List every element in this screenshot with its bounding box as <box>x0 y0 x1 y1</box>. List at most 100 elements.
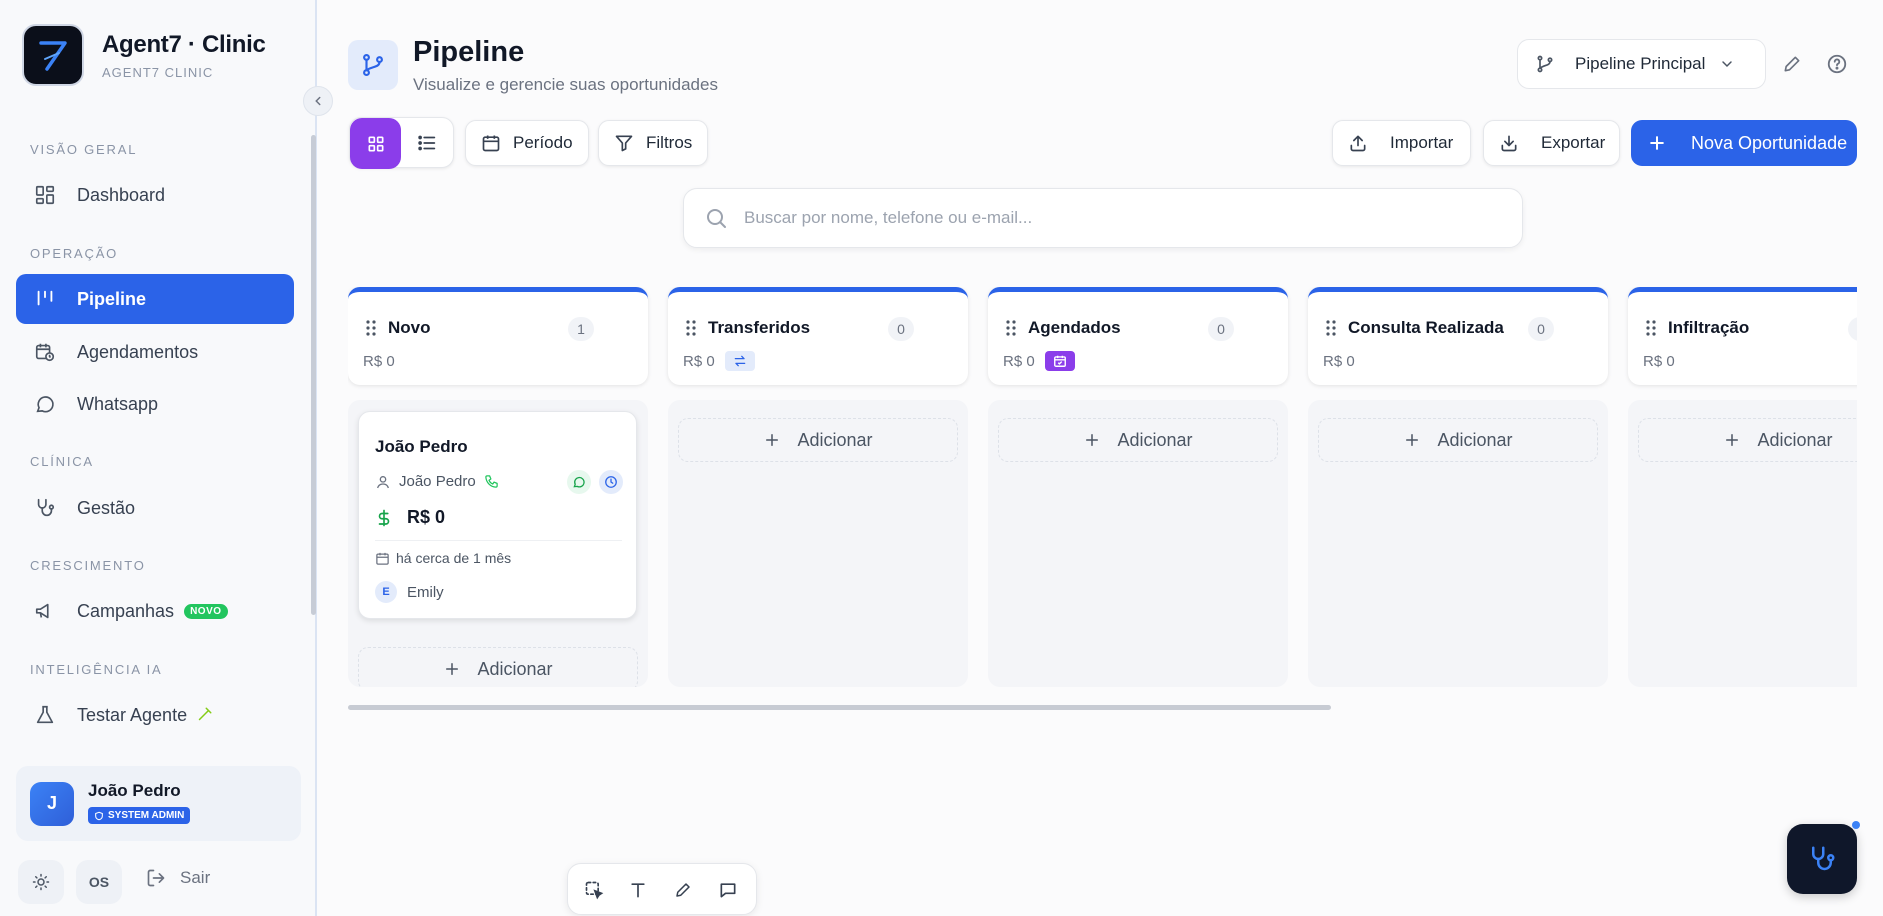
owner-avatar: E <box>375 581 397 603</box>
add-card-label: Adicionar <box>477 658 553 679</box>
drag-handle-icon[interactable] <box>1644 319 1658 337</box>
whatsapp-action-button[interactable] <box>567 470 591 494</box>
add-card-button[interactable]: Adicionar <box>1318 418 1598 462</box>
logout-icon <box>146 868 166 888</box>
sidebar-item-agendamentos[interactable]: Agendamentos <box>16 327 294 377</box>
column-body: Adicionar <box>668 400 968 687</box>
search-icon <box>704 206 728 230</box>
plus-icon <box>1083 431 1101 449</box>
chat-bubble-icon <box>33 392 57 416</box>
sidebar-item-testar-agente[interactable]: Testar Agente <box>16 690 294 740</box>
annotation-toolbar <box>567 863 757 915</box>
help-button[interactable] <box>1825 52 1849 76</box>
comment-tool-button[interactable] <box>717 879 739 901</box>
section-label-clinic: CLÍNICA <box>30 454 94 469</box>
search-input[interactable] <box>744 208 1484 228</box>
sidebar-item-dashboard[interactable]: Dashboard <box>16 170 294 220</box>
pipeline-select[interactable]: Pipeline Principal <box>1517 39 1766 89</box>
list-icon <box>416 132 438 154</box>
column-header: Agendados 0 R$ 0 <box>988 287 1288 385</box>
column-body: Adicionar <box>1308 400 1608 687</box>
add-card-label: Adicionar <box>1437 429 1513 450</box>
draw-tool-button[interactable] <box>672 879 694 901</box>
section-label-growth: CRESCIMENTO <box>30 558 146 573</box>
text-tool-button[interactable] <box>627 879 649 901</box>
pipeline-icon <box>33 287 57 311</box>
edit-pipeline-button[interactable] <box>1780 52 1804 76</box>
sidebar-item-pipeline[interactable]: Pipeline <box>16 274 294 324</box>
import-button[interactable]: Importar <box>1332 120 1471 166</box>
plus-icon <box>1647 133 1667 153</box>
plus-icon <box>763 431 781 449</box>
drag-handle-icon[interactable] <box>1004 319 1018 337</box>
column-count <box>1848 317 1857 341</box>
megaphone-icon <box>33 599 57 623</box>
drag-handle-icon[interactable] <box>1324 319 1338 337</box>
column-count: 0 <box>1208 317 1234 341</box>
column-name: Transferidos <box>708 318 811 337</box>
stethoscope-icon <box>1807 844 1837 874</box>
logout-label: Sair <box>180 868 211 887</box>
drag-handle-icon[interactable] <box>364 319 378 337</box>
collapse-sidebar-button[interactable] <box>303 86 333 116</box>
new-opportunity-label: Nova Oportunidade <box>1691 132 1848 153</box>
column-novo: Novo 1 R$ 0 Adicionar João Pedro João Pe… <box>348 287 648 687</box>
period-button[interactable]: Período <box>465 120 589 166</box>
logout-button[interactable]: Sair <box>146 868 210 888</box>
cursor-select-icon <box>584 880 604 900</box>
column-total: R$ 0 <box>1323 353 1355 370</box>
chevron-left-icon <box>311 94 325 108</box>
column-name: Novo <box>388 318 431 337</box>
schedule-action-button[interactable] <box>599 470 623 494</box>
sidebar-scrollbar[interactable] <box>311 135 316 615</box>
text-icon <box>628 880 648 900</box>
user-card[interactable]: J João Pedro SYSTEM ADMIN <box>16 766 301 841</box>
kanban-view-button[interactable] <box>350 118 401 169</box>
list-view-button[interactable] <box>416 132 438 154</box>
column-name: Consulta Realizada <box>1348 318 1504 337</box>
column-name: Infiltração <box>1668 318 1750 337</box>
language-button[interactable]: OS <box>76 860 122 904</box>
sun-icon <box>32 873 50 891</box>
view-toggle <box>349 117 454 169</box>
column-header: Novo 1 R$ 0 <box>348 287 648 385</box>
chat-bubble-icon <box>572 475 586 489</box>
role-label: SYSTEM ADMIN <box>108 810 185 822</box>
opportunity-card[interactable]: João Pedro João Pedro R$ 0 há cerca de 1… <box>358 411 637 619</box>
sidebar-item-whatsapp[interactable]: Whatsapp <box>16 379 294 429</box>
add-card-button[interactable]: Adicionar <box>1638 418 1857 462</box>
assistant-fab-button[interactable] <box>1787 824 1857 894</box>
board-horizontal-scrollbar[interactable] <box>348 705 1331 710</box>
notification-dot <box>1852 821 1860 829</box>
add-card-button[interactable]: Adicionar <box>998 418 1278 462</box>
help-circle-icon <box>1826 53 1848 75</box>
import-label: Importar <box>1390 133 1454 152</box>
page-subtitle: Visualize e gerencie suas oportunidades <box>413 75 718 94</box>
export-button[interactable]: Exportar <box>1483 120 1620 166</box>
column-header: Consulta Realizada 0 R$ 0 <box>1308 287 1608 385</box>
filters-button[interactable]: Filtros <box>598 120 709 166</box>
drag-handle-icon[interactable] <box>684 319 698 337</box>
section-label-ai: INTELIGÊNCIA IA <box>30 662 163 677</box>
brand[interactable]: Agent7 · Clinic AGENT7 CLINIC <box>22 24 266 86</box>
pipeline-select-value: Pipeline Principal <box>1575 54 1706 73</box>
upload-icon <box>1348 133 1368 153</box>
add-card-button[interactable]: Adicionar <box>678 418 958 462</box>
theme-toggle-button[interactable] <box>18 860 64 904</box>
test-tube-icon <box>195 706 213 724</box>
download-icon <box>1499 133 1519 153</box>
page-icon <box>348 40 398 90</box>
sidebar-item-gestao[interactable]: Gestão <box>16 483 294 533</box>
new-opportunity-button[interactable]: Nova Oportunidade <box>1631 120 1857 166</box>
filter-icon <box>614 133 634 153</box>
calendar-icon <box>481 133 501 153</box>
select-tool-button[interactable] <box>583 879 605 901</box>
transfer-icon <box>725 351 755 371</box>
grid-icon <box>366 134 386 154</box>
plus-icon <box>1723 431 1741 449</box>
comment-icon <box>718 880 738 900</box>
add-card-button[interactable]: Adicionar <box>358 647 638 687</box>
add-card-label: Adicionar <box>1117 429 1193 450</box>
card-contact: João Pedro <box>375 473 499 490</box>
sidebar-item-campanhas[interactable]: Campanhas NOVO <box>16 586 294 636</box>
